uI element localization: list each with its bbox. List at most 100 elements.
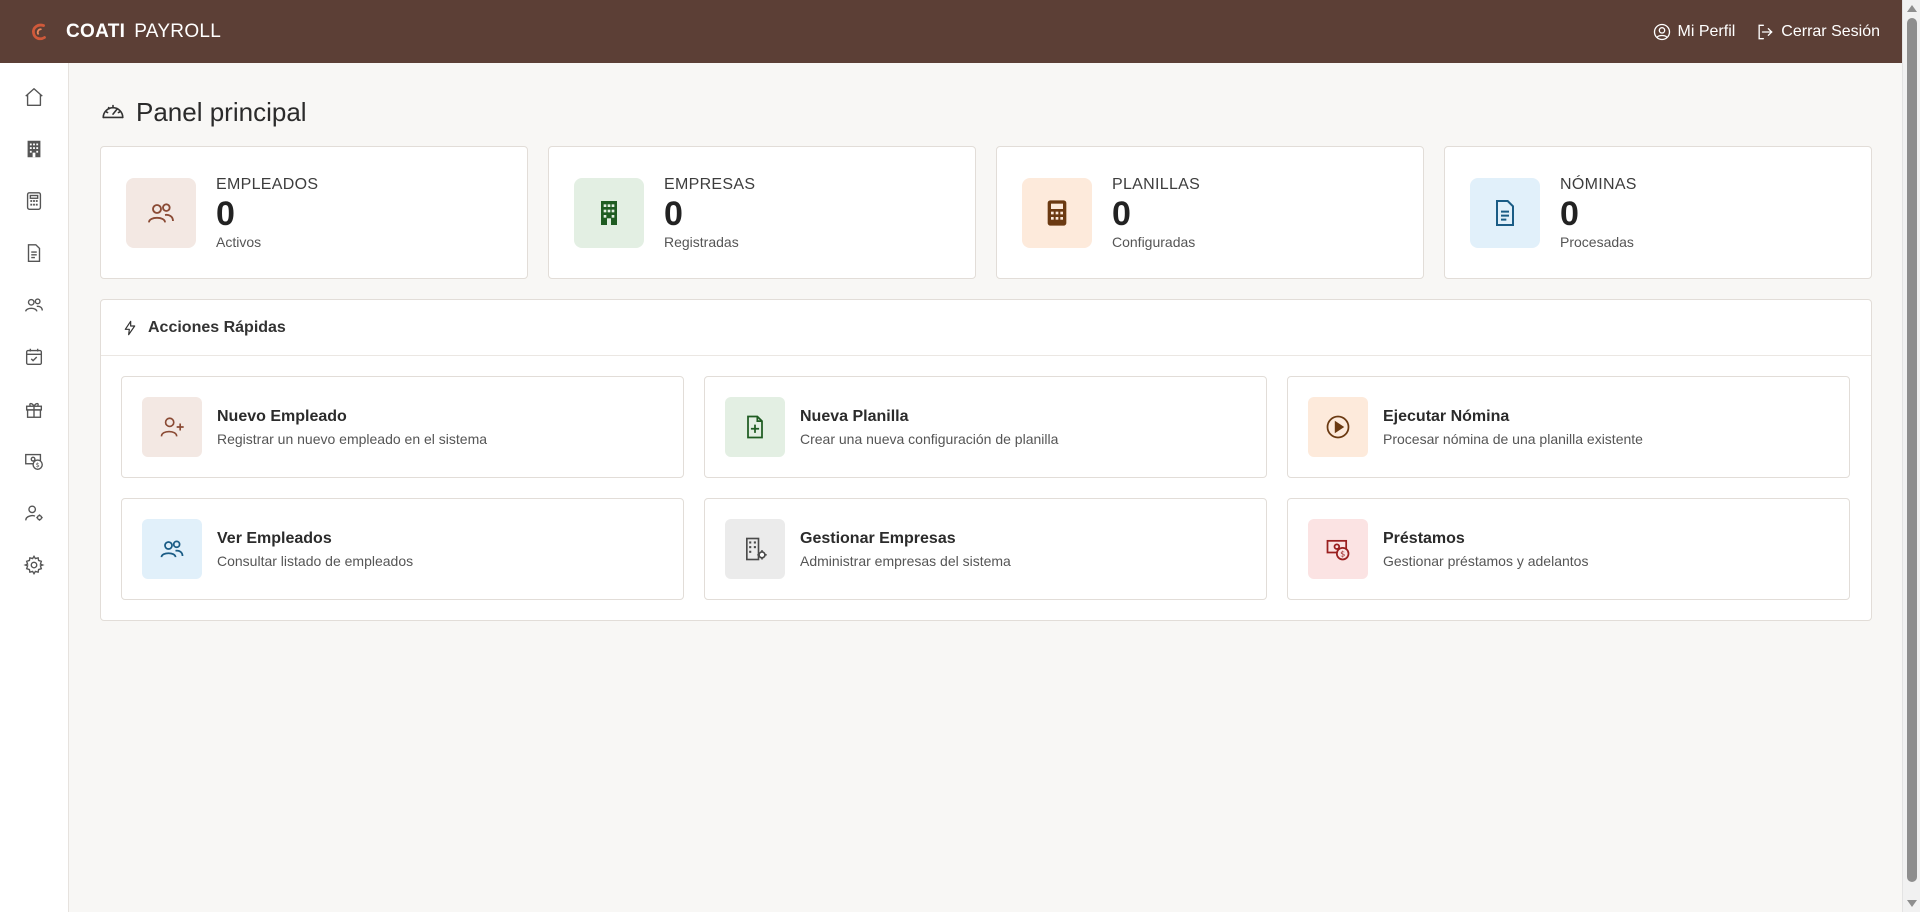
sidebar-item-users[interactable] <box>0 487 68 539</box>
action-icon-box <box>725 397 785 457</box>
stat-icon-box <box>126 177 196 248</box>
sidebar-item-settings[interactable] <box>0 539 68 591</box>
stat-icon-box <box>1470 177 1540 248</box>
stat-icon-box <box>574 177 644 248</box>
stat-label: EMPRESAS <box>664 175 756 193</box>
logout-icon <box>1758 24 1773 39</box>
quick-actions-card: Acciones Rápidas Nuevo Empleado Registra… <box>100 299 1872 621</box>
sidebar-item-calendar[interactable] <box>0 331 68 383</box>
action-icon-box: $ <box>1308 519 1368 579</box>
stat-label: PLANILLAS <box>1112 175 1201 193</box>
action-title: Gestionar Empresas <box>800 529 956 547</box>
action-icon-box <box>1308 397 1368 457</box>
user-circle-icon <box>1653 23 1670 40</box>
action-description: Procesar nómina de una planilla existent… <box>1383 430 1643 447</box>
calendar-check-icon <box>25 348 43 366</box>
calculator-icon <box>26 192 42 210</box>
vertical-scrollbar[interactable] <box>1902 0 1920 912</box>
sidebar-item-companies[interactable] <box>0 123 68 175</box>
sidebar-item-employees[interactable] <box>0 279 68 331</box>
sidebar-item-payrolls[interactable] <box>0 175 68 227</box>
brand[interactable]: COATI PAYROLL <box>28 21 221 43</box>
stat-card-payrolls: PLANILLAS 0 Configuradas <box>996 146 1424 279</box>
lightning-icon <box>124 320 136 335</box>
sidebar-item-home[interactable] <box>0 71 68 123</box>
action-title: Ver Empleados <box>217 529 332 547</box>
stat-value: 0 <box>1112 194 1131 233</box>
main-content: Panel principal EMPLEADOS 0 Activos EMPR… <box>100 63 1872 621</box>
calculator-icon <box>1047 199 1067 226</box>
stat-sublabel: Configuradas <box>1112 233 1196 250</box>
stat-card-companies: EMPRESAS 0 Registradas <box>548 146 976 279</box>
people-icon <box>160 540 184 558</box>
action-manage-companies[interactable]: Gestionar Empresas Administrar empresas … <box>704 498 1267 600</box>
cash-coin-icon: $ <box>1326 539 1350 561</box>
stat-sublabel: Registradas <box>664 233 739 250</box>
action-new-employee[interactable]: Nuevo Empleado Registrar un nuevo emplea… <box>121 376 684 478</box>
sidebar: $ <box>0 63 69 912</box>
stat-value: 0 <box>216 194 235 233</box>
action-title: Nuevo Empleado <box>217 407 347 425</box>
action-description: Registrar un nuevo empleado en el sistem… <box>217 430 488 447</box>
brand-name: COATI <box>66 20 126 42</box>
profile-label: Mi Perfil <box>1677 22 1736 40</box>
action-description: Gestionar préstamos y adelantos <box>1383 552 1589 569</box>
action-icon-box <box>142 519 202 579</box>
profile-link[interactable]: Mi Perfil <box>1652 22 1736 42</box>
stat-card-employees: EMPLEADOS 0 Activos <box>100 146 528 279</box>
stat-card-nominas: NÓMINAS 0 Procesadas <box>1444 146 1872 279</box>
coati-logo-icon <box>32 23 46 40</box>
people-icon <box>148 202 174 223</box>
person-add-icon <box>160 417 184 437</box>
stat-label: NÓMINAS <box>1560 175 1637 193</box>
person-gear-icon <box>25 505 43 521</box>
play-circle-icon <box>1326 415 1350 439</box>
svg-text:$: $ <box>1340 549 1345 559</box>
sidebar-item-loans[interactable]: $ <box>0 435 68 487</box>
scroll-up-arrow-icon[interactable] <box>1907 5 1917 12</box>
action-run-payroll[interactable]: Ejecutar Nómina Procesar nómina de una p… <box>1287 376 1850 478</box>
stat-value: 0 <box>664 194 683 233</box>
document-icon <box>27 244 41 262</box>
speedometer-icon <box>102 104 124 119</box>
quick-actions-title: Acciones Rápidas <box>148 318 286 336</box>
building-gear-icon <box>746 537 767 561</box>
action-title: Ejecutar Nómina <box>1383 407 1510 425</box>
building-icon <box>27 140 41 158</box>
svg-text:$: $ <box>36 461 40 469</box>
action-description: Consultar listado de empleados <box>217 552 414 569</box>
document-icon <box>1496 199 1514 226</box>
top-navbar: COATI PAYROLL Mi Perfil Cerrar Sesión <box>0 0 1902 63</box>
action-loans[interactable]: $ Préstamos Gestionar préstamos y adelan… <box>1287 498 1850 600</box>
cash-coin-icon: $ <box>25 453 43 470</box>
stat-sublabel: Procesadas <box>1560 233 1634 250</box>
people-icon <box>25 298 43 312</box>
scroll-down-arrow-icon[interactable] <box>1907 900 1917 907</box>
gift-icon <box>25 402 43 418</box>
action-icon-box <box>142 397 202 457</box>
file-plus-icon <box>747 415 763 439</box>
action-description: Administrar empresas del sistema <box>800 552 1011 569</box>
action-icon-box <box>725 519 785 579</box>
gear-icon <box>23 554 45 576</box>
action-view-employees[interactable]: Ver Empleados Consultar listado de emple… <box>121 498 684 600</box>
home-icon <box>25 88 43 106</box>
scroll-thumb[interactable] <box>1907 18 1917 882</box>
page-title: Panel principal <box>100 95 1871 129</box>
logout-link[interactable]: Cerrar Sesión <box>1755 22 1880 42</box>
stat-label: EMPLEADOS <box>216 175 319 193</box>
stat-value: 0 <box>1560 194 1579 233</box>
action-title: Nueva Planilla <box>800 407 909 425</box>
brand-suffix: PAYROLL <box>134 20 222 42</box>
building-icon <box>601 200 617 225</box>
logout-label: Cerrar Sesión <box>1781 22 1880 40</box>
stat-icon-box <box>1022 177 1092 248</box>
sidebar-item-benefits[interactable] <box>0 383 68 435</box>
stat-sublabel: Activos <box>216 233 262 250</box>
page-title-text: Panel principal <box>136 96 307 127</box>
action-new-payroll[interactable]: Nueva Planilla Crear una nueva configura… <box>704 376 1267 478</box>
stats-row: EMPLEADOS 0 Activos EMPRESAS 0 Registrad… <box>100 146 1872 279</box>
action-description: Crear una nueva configuración de planill… <box>800 430 1059 447</box>
sidebar-item-documents[interactable] <box>0 227 68 279</box>
action-title: Préstamos <box>1383 529 1465 547</box>
